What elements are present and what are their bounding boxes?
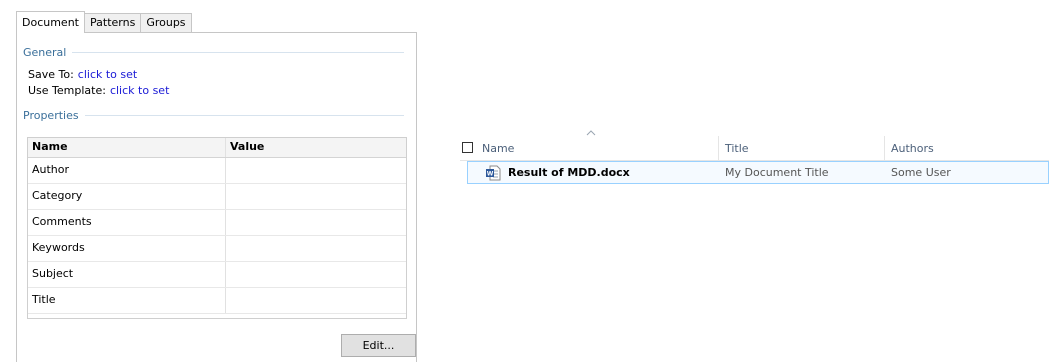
document-tab-panel: General Save To: click to set Use Templat…	[16, 32, 417, 362]
column-header-title[interactable]: Title	[718, 136, 879, 160]
file-title: My Document Title	[725, 166, 829, 179]
tab-groups[interactable]: Groups	[141, 13, 192, 32]
general-header-label: General	[23, 46, 67, 59]
use-template-link[interactable]: click to set	[110, 84, 169, 97]
property-value[interactable]	[225, 158, 406, 183]
properties-grid: Name Value Author Category Comments Keyw…	[27, 137, 407, 319]
property-value[interactable]	[225, 184, 406, 209]
file-list-item[interactable]: W Result of MDD.docx My Document Title S…	[467, 161, 1049, 184]
column-header-name[interactable]: Name	[476, 136, 718, 160]
table-row[interactable]: Keywords	[28, 236, 406, 262]
properties-header-label: Properties	[23, 109, 79, 122]
general-group-header: General	[23, 46, 404, 59]
property-name: Comments	[32, 215, 92, 228]
properties-grid-header: Name Value	[28, 138, 406, 158]
word-document-icon: W	[486, 165, 501, 181]
table-row[interactable]: Author	[28, 158, 406, 184]
properties-group-header: Properties	[23, 109, 404, 122]
property-name: Title	[32, 293, 56, 306]
tab-document[interactable]: Document	[16, 11, 85, 33]
save-to-row: Save To: click to set	[28, 68, 137, 81]
property-name: Author	[32, 163, 70, 176]
use-template-row: Use Template: click to set	[28, 84, 169, 97]
property-name: Subject	[32, 267, 74, 280]
property-name: Category	[32, 189, 83, 202]
svg-text:W: W	[487, 171, 494, 178]
property-value[interactable]	[225, 236, 406, 261]
column-header-name[interactable]: Name	[28, 138, 225, 157]
save-to-link[interactable]: click to set	[78, 68, 137, 81]
general-header-divider	[72, 52, 404, 53]
column-header-authors[interactable]: Authors	[884, 136, 1041, 160]
edit-button[interactable]: Edit...	[341, 334, 416, 357]
tab-strip: Document Patterns Groups	[16, 11, 192, 33]
table-row[interactable]: Comments	[28, 210, 406, 236]
use-template-label: Use Template:	[28, 84, 106, 97]
file-name: Result of MDD.docx	[508, 166, 630, 179]
file-authors: Some User	[891, 166, 951, 179]
property-value[interactable]	[225, 288, 406, 313]
column-header-value[interactable]: Value	[225, 138, 406, 157]
property-name: Keywords	[32, 241, 85, 254]
table-row[interactable]: Title	[28, 288, 406, 314]
table-row[interactable]: Category	[28, 184, 406, 210]
select-all-checkbox[interactable]	[462, 142, 473, 153]
tab-patterns[interactable]: Patterns	[85, 13, 142, 32]
property-value[interactable]	[225, 210, 406, 235]
properties-header-divider	[84, 115, 404, 116]
table-row[interactable]: Subject	[28, 262, 406, 288]
save-to-label: Save To:	[28, 68, 74, 81]
property-value[interactable]	[225, 262, 406, 287]
file-list-header: Name Title Authors	[460, 136, 1049, 161]
